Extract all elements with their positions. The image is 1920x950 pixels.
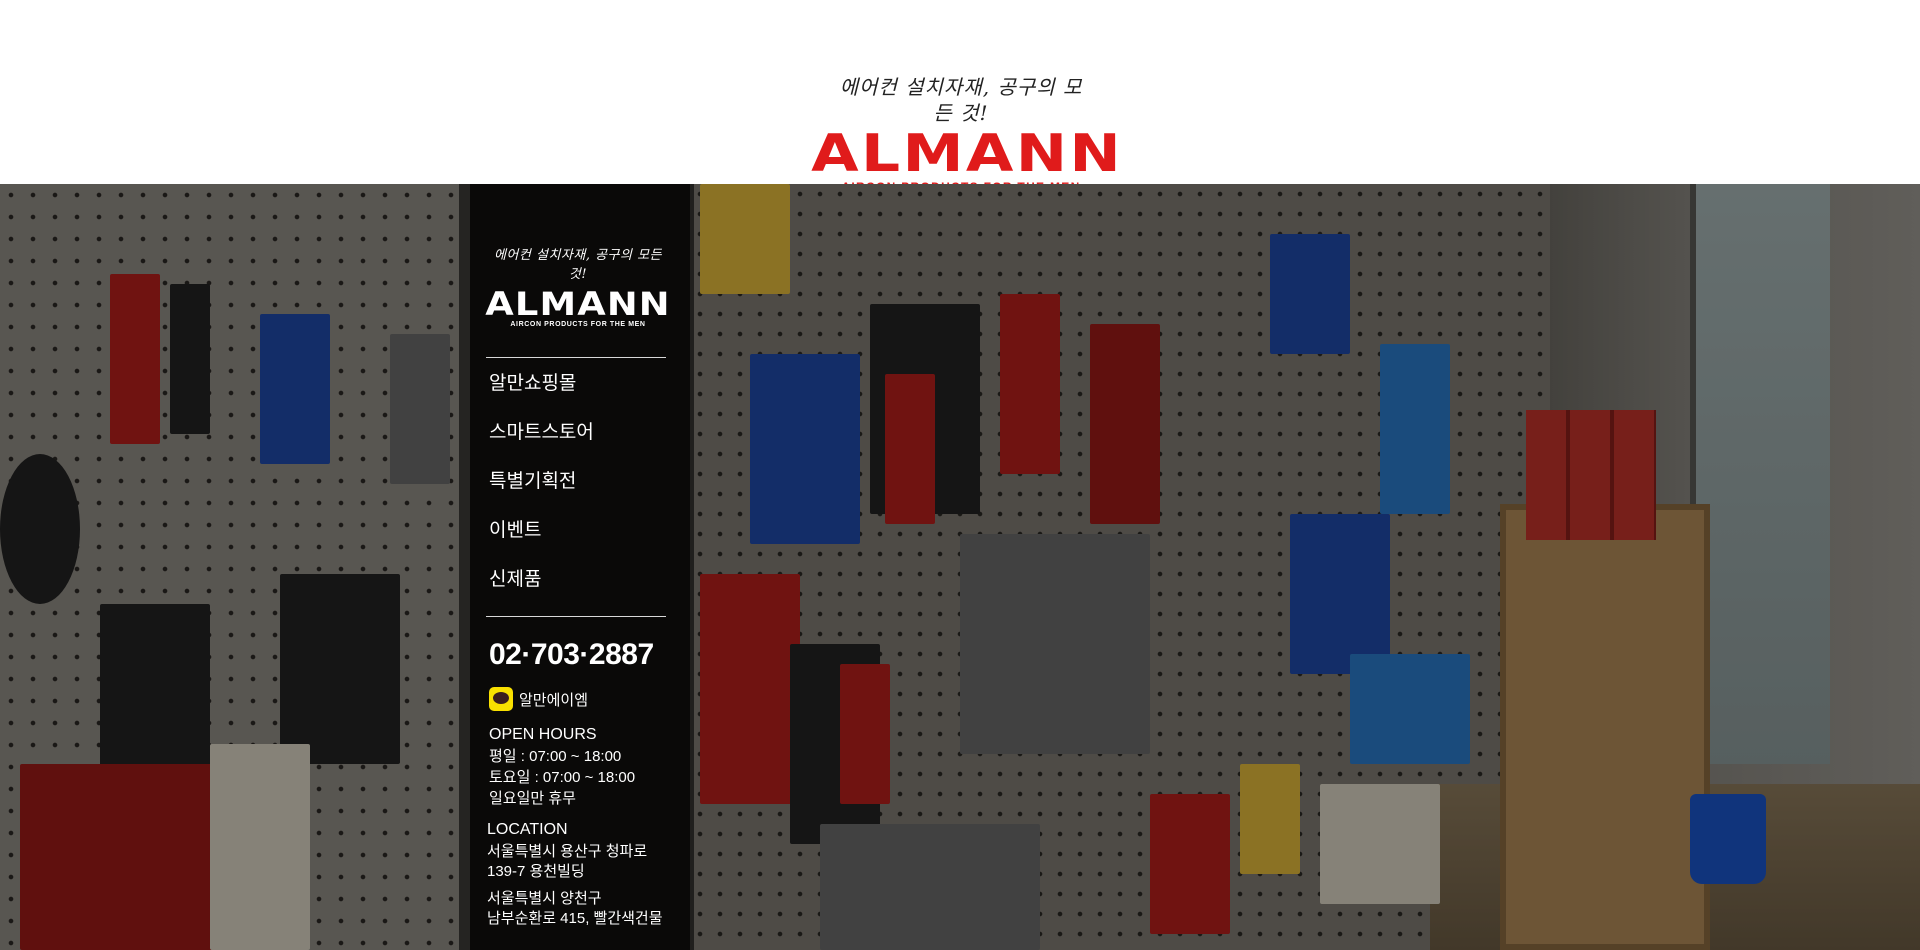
sidebar-nav: 알만쇼핑몰 스마트스토어 특별기획전 이벤트 신제품 (489, 370, 669, 615)
phone-number[interactable]: 02·703·2887 (489, 638, 654, 672)
sidebar-logo-wordmark: ALMANN (485, 285, 671, 323)
kakao-channel-link[interactable]: 알만에이엠 (489, 687, 588, 711)
address-yongsan-line1: 서울특별시 용산구 청파로 (487, 843, 648, 860)
site-header: 에어컨 설치자재, 공구의 모든 것! ALMANN AIRCON PRODUC… (0, 0, 1920, 194)
hours-title: OPEN HOURS (489, 726, 597, 743)
logo-wordmark: ALMANN (811, 124, 1124, 184)
brand-logo[interactable]: 에어컨 설치자재, 공구의 모든 것! ALMANN AIRCON PRODUC… (811, 74, 1121, 194)
kakao-label: 알만에이엠 (519, 691, 589, 709)
address-yongsan: 서울특별시 용산구 청파로 139-7 용천빌딩 (487, 842, 647, 882)
address-yangcheon: 서울특별시 양천구 남부순환로 415, 빨간색건물 (487, 889, 663, 929)
sidebar-logo[interactable]: 에어컨 설치자재, 공구의 모든 것! ALMANN AIRCON PRODUC… (485, 244, 669, 328)
hours-sunday: 일요일만 휴무 (489, 790, 576, 807)
nav-item-event[interactable]: 이벤트 (489, 517, 669, 566)
hours-weekday: 평일 : 07:00 ~ 18:00 (489, 748, 622, 765)
location-title: LOCATION (487, 821, 568, 838)
hero-section: 에어컨 설치자재, 공구의 모든 것! ALMANN AIRCON PRODUC… (0, 184, 1920, 950)
divider-top (486, 357, 666, 358)
logo-tagline: 에어컨 설치자재, 공구의 모든 것! (839, 75, 1083, 125)
nav-item-shopping-mall[interactable]: 알만쇼핑몰 (489, 370, 669, 419)
nav-item-smartstore[interactable]: 스마트스토어 (489, 419, 669, 468)
nav-item-special-exhibition[interactable]: 특별기획전 (489, 468, 669, 517)
nav-item-new-products[interactable]: 신제품 (489, 566, 669, 615)
sidebar-panel: 에어컨 설치자재, 공구의 모든 것! ALMANN AIRCON PRODUC… (459, 184, 694, 950)
address-yangcheon-line1: 서울특별시 양천구 (487, 890, 602, 907)
hours-saturday: 토요일 : 07:00 ~ 18:00 (489, 769, 636, 786)
address-yangcheon-line2: 남부순환로 415, 빨간색건물 (487, 910, 663, 927)
kakao-talk-icon (489, 687, 513, 711)
address-yongsan-line2: 139-7 용천빌딩 (487, 863, 585, 880)
sidebar-logo-tagline: 에어컨 설치자재, 공구의 모든 것! (493, 248, 663, 282)
divider-bottom (486, 616, 666, 617)
hours-list: 평일 : 07:00 ~ 18:00 토요일 : 07:00 ~ 18:00 일… (489, 746, 635, 809)
